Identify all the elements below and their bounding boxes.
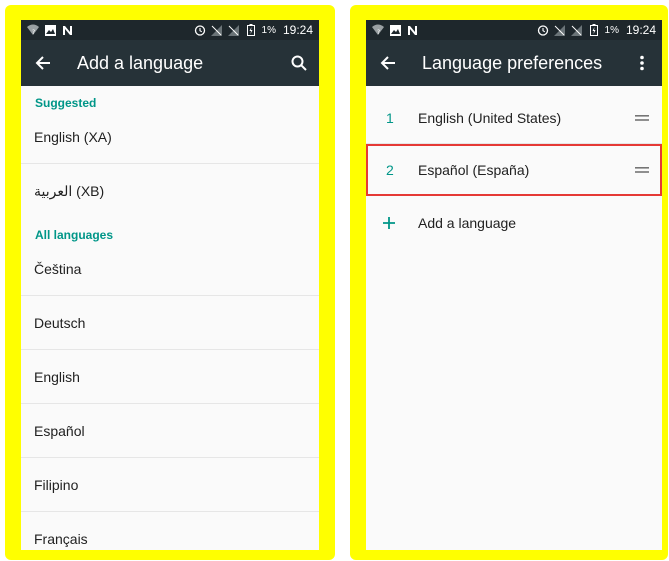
wifi-icon: ? [372, 24, 384, 36]
language-item[interactable]: Filipino [21, 458, 319, 512]
left-screenshot-frame: ? 1% 19:24 Add a language Suggested Engl… [5, 5, 335, 560]
language-preference-list: 1 English (United States) 2 Español (Esp… [366, 86, 662, 250]
image-notification-icon [389, 24, 401, 36]
add-language-screen: ? 1% 19:24 Add a language Suggested Engl… [21, 20, 319, 550]
preference-rank: 1 [386, 109, 394, 126]
wifi-icon: ? [27, 24, 39, 36]
alarm-icon [194, 24, 206, 36]
back-button[interactable] [21, 40, 65, 86]
language-item[interactable]: Français [21, 512, 319, 550]
no-signal-icon [554, 24, 566, 36]
add-language-label: Add a language [418, 215, 517, 231]
n-notification-icon [61, 24, 73, 36]
app-bar: Language preferences [366, 40, 662, 86]
back-button[interactable] [366, 40, 410, 86]
language-item[interactable]: Español [21, 404, 319, 458]
language-preferences-screen: ? 1% 19:24 Language preferences 1 Englis… [366, 20, 662, 550]
battery-percent: 1% [604, 24, 619, 36]
language-item[interactable]: Čeština [21, 242, 319, 296]
preference-rank: 2 [386, 161, 394, 178]
clock: 19:24 [282, 23, 313, 37]
drag-handle-icon[interactable] [622, 166, 662, 173]
back-arrow-icon [35, 56, 50, 70]
more-vert-icon [640, 55, 644, 71]
status-bar: ? 1% 19:24 [366, 20, 662, 40]
status-bar: ? 1% 19:24 [21, 20, 319, 40]
search-button[interactable] [279, 40, 319, 86]
page-title: Language preferences [422, 52, 603, 73]
add-language-button[interactable]: Add a language [366, 196, 662, 250]
n-notification-icon [406, 24, 418, 36]
overflow-menu-button[interactable] [622, 40, 662, 86]
add-icon [366, 216, 418, 230]
all-languages-header: All languages [35, 228, 114, 242]
search-icon [291, 55, 307, 71]
drag-handle-icon[interactable] [622, 114, 662, 121]
page-title: Add a language [77, 52, 204, 73]
no-signal-icon [211, 24, 223, 36]
no-signal-icon [571, 24, 583, 36]
suggested-header: Suggested [35, 96, 97, 110]
image-notification-icon [44, 24, 56, 36]
svg-text:?: ? [32, 29, 35, 36]
preference-row-english[interactable]: 1 English (United States) [366, 92, 662, 144]
right-screenshot-frame: ? 1% 19:24 Language preferences 1 Englis… [350, 5, 668, 560]
language-item[interactable]: Deutsch [21, 296, 319, 350]
preference-row-espanol[interactable]: 2 Español (España) [366, 144, 662, 196]
language-item[interactable]: English (XA) [21, 110, 319, 164]
battery-charging-icon [245, 24, 257, 36]
battery-charging-icon [588, 24, 600, 36]
svg-text:?: ? [377, 29, 380, 36]
no-signal-icon [228, 24, 240, 36]
preference-label: English (United States) [418, 109, 562, 126]
app-bar: Add a language [21, 40, 319, 86]
alarm-icon [537, 24, 549, 36]
battery-percent: 1% [261, 24, 276, 36]
clock: 19:24 [625, 23, 656, 37]
preference-label: Español (España) [418, 161, 530, 178]
back-arrow-icon [380, 56, 395, 70]
language-item[interactable]: العربية (XB) [21, 164, 319, 218]
language-item[interactable]: English [21, 350, 319, 404]
